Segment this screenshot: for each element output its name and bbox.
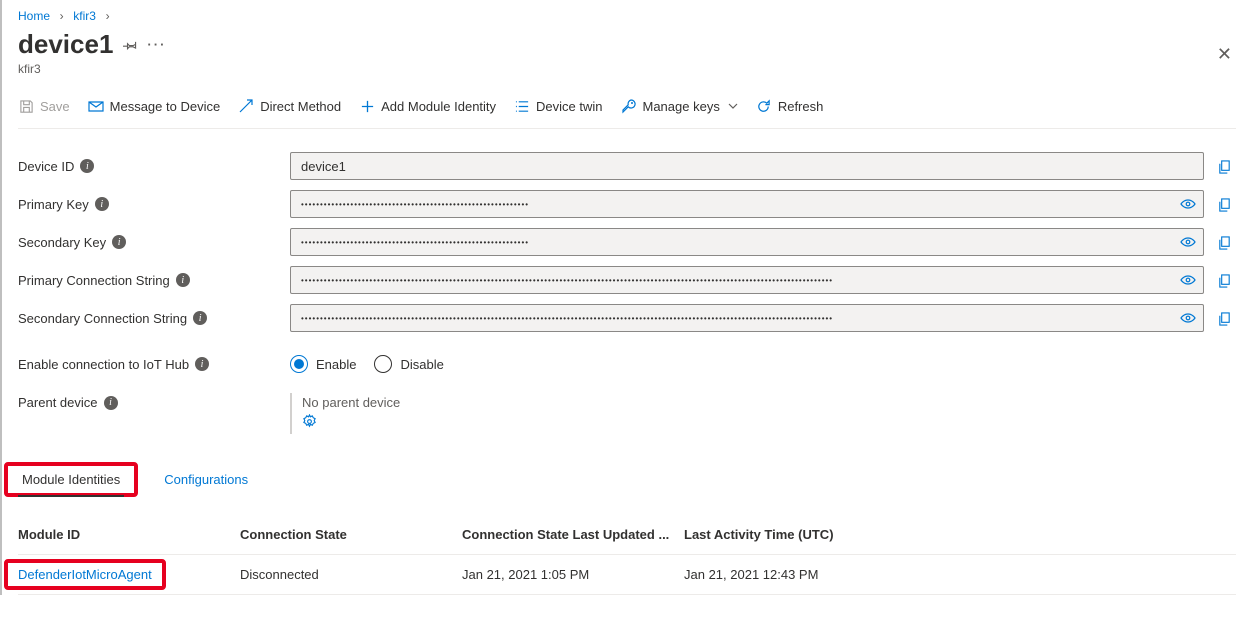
- more-icon[interactable]: ···: [147, 37, 166, 52]
- list-icon: [514, 98, 530, 114]
- chevron-down-icon: [728, 101, 738, 111]
- copy-icon[interactable]: [1212, 273, 1236, 288]
- primary-key-label: Primary Key: [18, 197, 89, 212]
- direct-method-icon: [238, 98, 254, 114]
- secondary-key-value[interactable]: ••••••••••••••••••••••••••••••••••••••••…: [290, 228, 1204, 256]
- device-twin-label: Device twin: [536, 99, 602, 114]
- device-twin-button[interactable]: Device twin: [514, 98, 602, 114]
- info-icon[interactable]: i: [176, 273, 190, 287]
- add-module-identity-button[interactable]: Add Module Identity: [359, 98, 496, 114]
- copy-icon[interactable]: [1212, 159, 1236, 174]
- copy-icon[interactable]: [1212, 197, 1236, 212]
- primary-key-value[interactable]: ••••••••••••••••••••••••••••••••••••••••…: [290, 190, 1204, 218]
- info-icon[interactable]: i: [195, 357, 209, 371]
- direct-method-label: Direct Method: [260, 99, 341, 114]
- primary-connection-string-field: Primary Connection String i •••••••••••••…: [18, 261, 1236, 299]
- breadcrumb: Home › kfir3 ›: [18, 8, 1236, 27]
- cell-connection-updated: Jan 21, 2021 1:05 PM: [462, 567, 684, 582]
- copy-icon[interactable]: [1212, 235, 1236, 250]
- primary-cs-value[interactable]: ••••••••••••••••••••••••••••••••••••••••…: [290, 266, 1204, 294]
- key-icon: [621, 98, 637, 114]
- reveal-icon[interactable]: [1180, 310, 1196, 326]
- message-label: Message to Device: [110, 99, 221, 114]
- direct-method-button[interactable]: Direct Method: [238, 98, 341, 114]
- secondary-connection-string-field: Secondary Connection String i •••••••••••…: [18, 299, 1236, 337]
- reveal-icon[interactable]: [1180, 234, 1196, 250]
- tab-module-identities[interactable]: Module Identities: [18, 464, 124, 497]
- module-identities-table: Module ID Connection State Connection St…: [18, 515, 1236, 595]
- refresh-button[interactable]: Refresh: [756, 98, 824, 114]
- enable-connection-label: Enable connection to IoT Hub: [18, 357, 189, 372]
- page-title: device1: [18, 29, 113, 60]
- secondary-cs-value[interactable]: ••••••••••••••••••••••••••••••••••••••••…: [290, 304, 1204, 332]
- secondary-key-label: Secondary Key: [18, 235, 106, 250]
- breadcrumb-home[interactable]: Home: [18, 9, 50, 23]
- module-id-link[interactable]: DefenderIotMicroAgent: [18, 567, 152, 582]
- col-last-activity: Last Activity Time (UTC): [684, 527, 1236, 542]
- device-id-field: Device ID i device1: [18, 147, 1236, 185]
- refresh-icon: [756, 98, 772, 114]
- gear-icon[interactable]: [302, 414, 317, 429]
- save-label: Save: [40, 99, 70, 114]
- device-id-label: Device ID: [18, 159, 74, 174]
- info-icon[interactable]: i: [80, 159, 94, 173]
- parent-device-field: Parent device i No parent device: [18, 393, 1236, 434]
- reveal-icon[interactable]: [1180, 196, 1196, 212]
- cell-connection-state: Disconnected: [240, 567, 462, 582]
- chevron-right-icon: ›: [60, 9, 64, 23]
- parent-device-label: Parent device: [18, 395, 98, 410]
- col-connection-state: Connection State: [240, 527, 462, 542]
- copy-icon[interactable]: [1212, 311, 1236, 326]
- message-to-device-button[interactable]: Message to Device: [88, 98, 221, 114]
- reveal-icon[interactable]: [1180, 272, 1196, 288]
- manage-keys-button[interactable]: Manage keys: [621, 98, 738, 114]
- toolbar: Save Message to Device Direct Method Add…: [18, 84, 1236, 129]
- save-button: Save: [18, 98, 70, 114]
- info-icon[interactable]: i: [95, 197, 109, 211]
- primary-key-field: Primary Key i •••••••••••••••••••••••••••…: [18, 185, 1236, 223]
- breadcrumb-parent[interactable]: kfir3: [73, 9, 96, 23]
- page-subtitle: kfir3: [18, 62, 1236, 76]
- refresh-label: Refresh: [778, 99, 824, 114]
- enable-radio-label: Enable: [316, 357, 356, 372]
- enable-radio[interactable]: Enable: [290, 355, 356, 373]
- disable-radio[interactable]: Disable: [374, 355, 443, 373]
- table-row: DefenderIotMicroAgent Disconnected Jan 2…: [18, 555, 1236, 595]
- secondary-key-field: Secondary Key i •••••••••••••••••••••••••…: [18, 223, 1236, 261]
- info-icon[interactable]: i: [193, 311, 207, 325]
- primary-cs-label: Primary Connection String: [18, 273, 170, 288]
- col-connection-updated: Connection State Last Updated ...: [462, 527, 684, 542]
- close-icon[interactable]: ✕: [1217, 44, 1232, 65]
- parent-device-value: No parent device: [302, 395, 400, 410]
- disable-radio-label: Disable: [400, 357, 443, 372]
- info-icon[interactable]: i: [112, 235, 126, 249]
- mail-icon: [88, 98, 104, 114]
- enable-connection-field: Enable connection to IoT Hub i Enable Dis…: [18, 345, 1236, 383]
- chevron-right-icon: ›: [106, 9, 110, 23]
- device-id-value[interactable]: device1: [290, 152, 1204, 180]
- cell-last-activity: Jan 21, 2021 12:43 PM: [684, 567, 1236, 582]
- save-icon: [18, 98, 34, 114]
- plus-icon: [359, 98, 375, 114]
- col-module-id: Module ID: [18, 527, 240, 542]
- add-module-label: Add Module Identity: [381, 99, 496, 114]
- tabs: Module Identities Configurations: [18, 462, 1236, 497]
- secondary-cs-label: Secondary Connection String: [18, 311, 187, 326]
- pin-icon[interactable]: [123, 38, 137, 52]
- manage-keys-label: Manage keys: [643, 99, 720, 114]
- info-icon[interactable]: i: [104, 396, 118, 410]
- tab-configurations[interactable]: Configurations: [160, 464, 252, 495]
